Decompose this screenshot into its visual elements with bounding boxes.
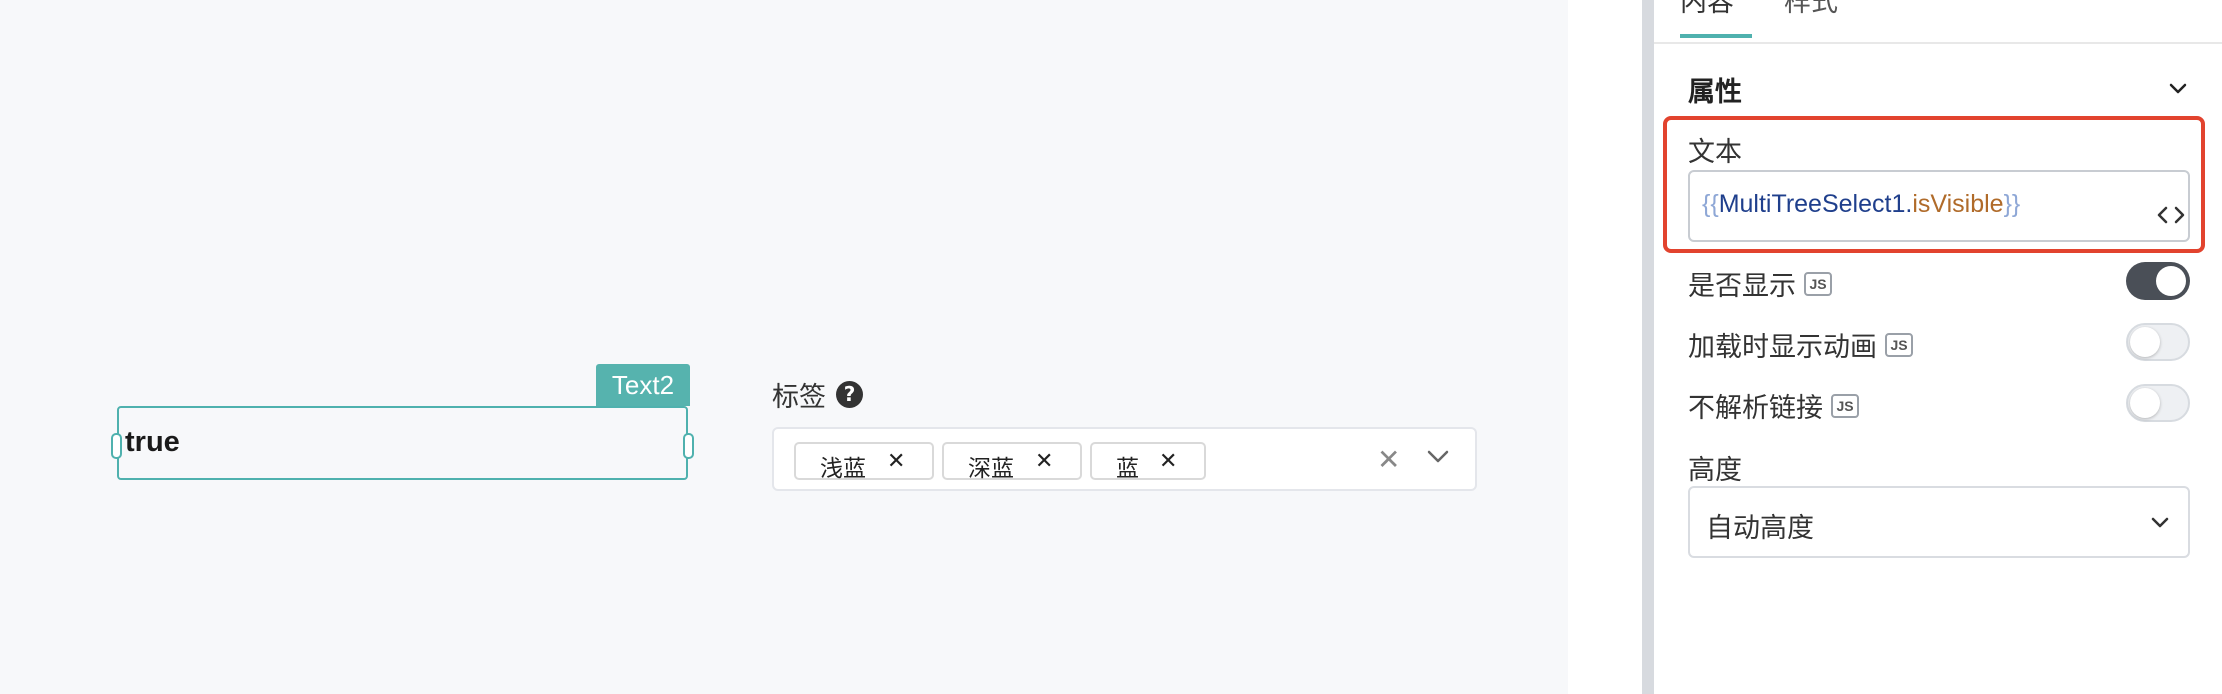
section-header-properties[interactable]: 属性 (1688, 70, 2188, 108)
switch-label-text: 加载时显示动画 (1688, 332, 1877, 363)
switch-row-disable-links: 不解析链接 JS (1688, 384, 2190, 425)
js-badge[interactable]: JS (1831, 393, 1859, 418)
height-select-value: 自动高度 (1706, 513, 1814, 544)
switch-label: 加载时显示动画 JS (1688, 325, 1913, 364)
js-badge[interactable]: JS (1804, 271, 1832, 296)
chevron-down-icon[interactable] (1426, 447, 1450, 467)
tag-chip: 深蓝 ✕ (942, 442, 1082, 482)
chip-close-icon[interactable]: ✕ (1159, 449, 1177, 474)
switch-knob (2130, 388, 2160, 418)
height-label: 高度 (1688, 455, 1742, 486)
resize-handle-left[interactable] (111, 433, 122, 459)
section-title: 属性 (1688, 76, 1742, 108)
panel-tabs: 内容 样式 (1654, 0, 2222, 44)
height-select[interactable]: 自动高度 (1688, 486, 2190, 558)
switch-label-text: 不解析链接 (1688, 393, 1823, 424)
switch-row-visible: 是否显示 JS (1688, 262, 2190, 303)
chip-close-icon[interactable]: ✕ (1035, 449, 1053, 474)
highlight-box (1663, 116, 2205, 253)
switch-knob (2156, 266, 2186, 296)
tag-select-label-text: 标签 (772, 381, 826, 413)
tab-style[interactable]: 样式 (1784, 0, 1838, 19)
chevron-down-icon[interactable] (2168, 82, 2188, 96)
disable-links-toggle[interactable] (2126, 384, 2190, 422)
tab-content[interactable]: 内容 (1680, 0, 1734, 19)
switch-row-loading-animation: 加载时显示动画 JS (1688, 323, 2190, 364)
js-badge[interactable]: JS (1885, 332, 1913, 357)
text-widget-value: true (125, 426, 180, 458)
clear-icon[interactable]: ✕ (1377, 443, 1400, 476)
resize-handle-right[interactable] (683, 433, 694, 459)
tag-chip: 浅蓝 ✕ (794, 442, 934, 482)
widget-name-tag[interactable]: Text2 (596, 364, 690, 406)
chip-close-icon[interactable]: ✕ (887, 449, 905, 474)
tag-chip-label: 蓝 (1116, 456, 1139, 482)
switch-label: 是否显示 JS (1688, 264, 1832, 303)
tag-chip-label: 深蓝 (968, 456, 1014, 482)
loading-animation-toggle[interactable] (2126, 323, 2190, 361)
panel-divider[interactable] (1642, 0, 1654, 694)
help-icon[interactable]: ? (836, 380, 863, 408)
switch-knob (2130, 327, 2160, 357)
text-widget-selected[interactable]: true (111, 406, 694, 480)
switch-label: 不解析链接 JS (1688, 386, 1859, 425)
switch-label-text: 是否显示 (1688, 271, 1796, 302)
tag-multi-select[interactable]: 浅蓝 ✕ 深蓝 ✕ 蓝 ✕ ✕ (772, 427, 1477, 491)
property-panel: 内容 样式 属性 文本 {{MultiTreeSelect1.isVisible… (1654, 0, 2222, 694)
editor-canvas[interactable]: Text2 true 标签 ? 浅蓝 ✕ 深蓝 ✕ 蓝 ✕ ✕ (0, 0, 1568, 694)
tag-select-label: 标签 ? (772, 376, 863, 413)
chevron-down-icon (2151, 517, 2169, 528)
visible-toggle[interactable] (2126, 262, 2190, 300)
tag-chip: 蓝 ✕ (1090, 442, 1206, 482)
tag-chip-label: 浅蓝 (820, 456, 866, 482)
active-tab-indicator (1680, 34, 1752, 38)
